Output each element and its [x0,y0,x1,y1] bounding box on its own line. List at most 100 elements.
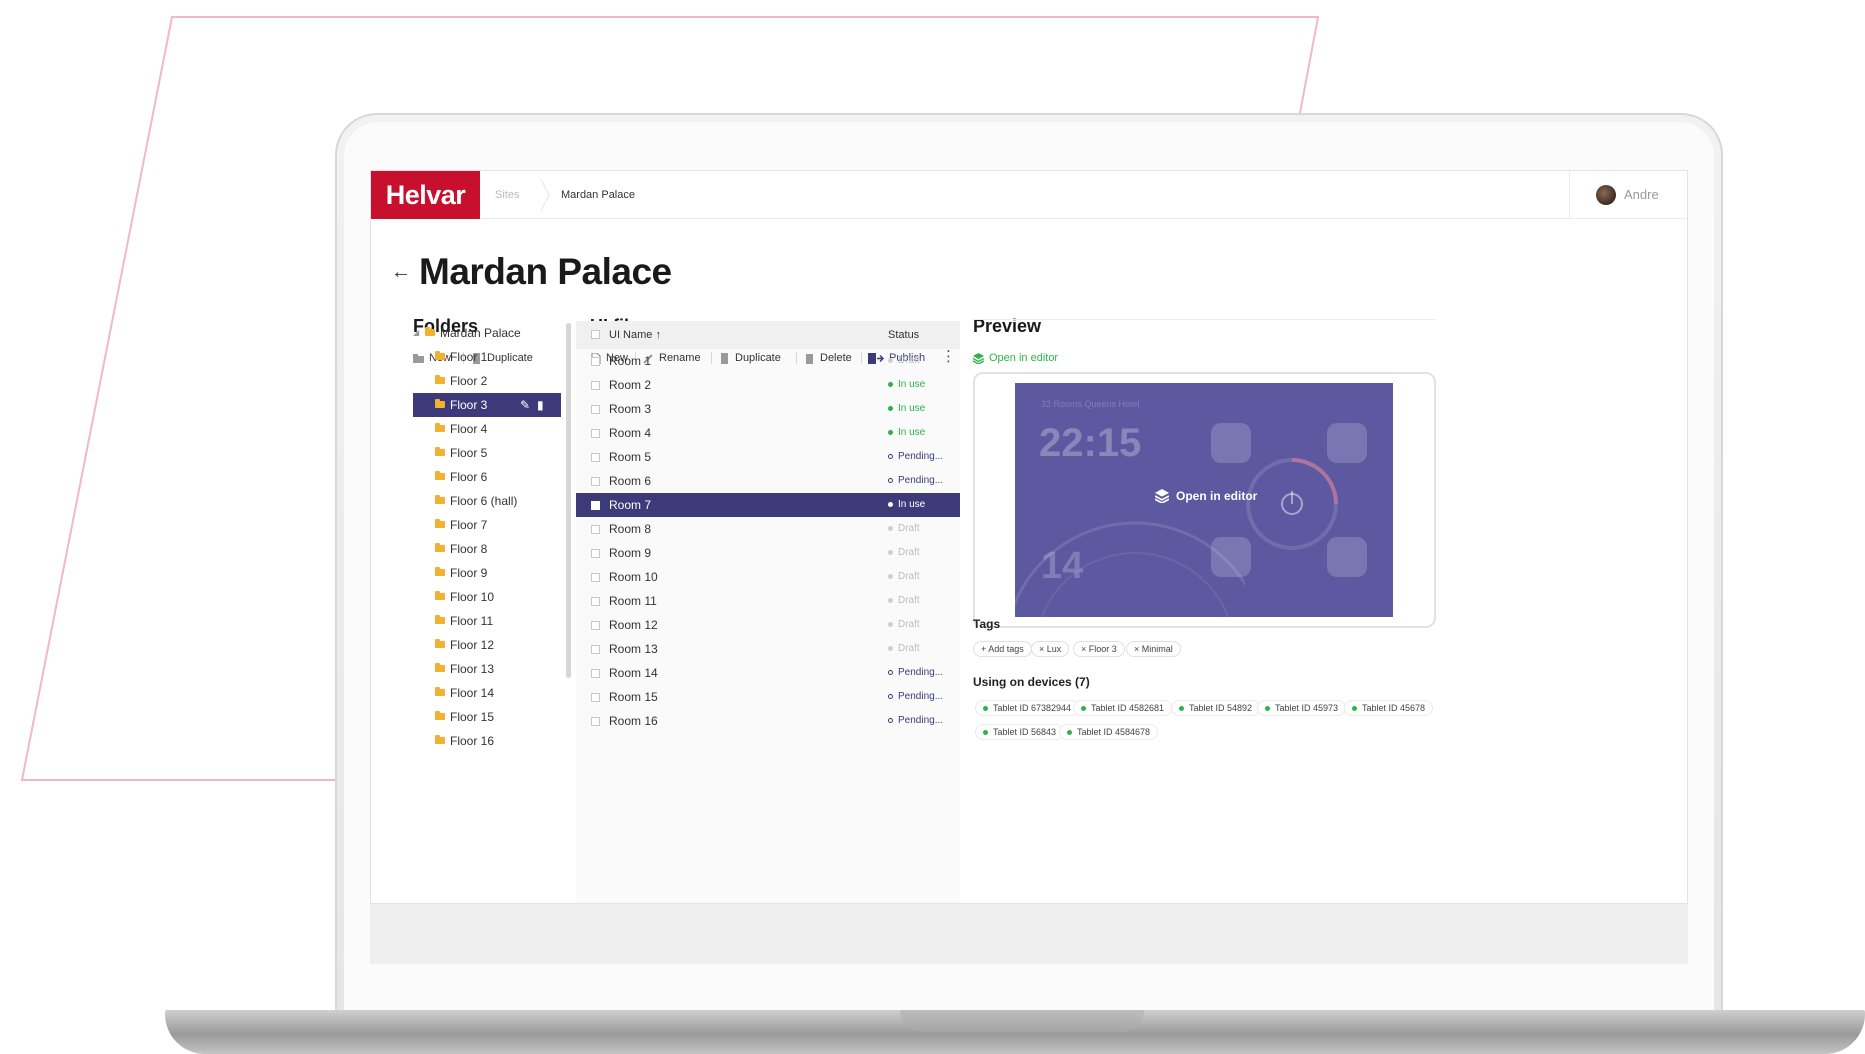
row-checkbox[interactable] [591,381,600,390]
device-label: Tablet ID 4582681 [1091,703,1165,713]
folder-icon [435,663,445,672]
row-checkbox[interactable] [591,621,600,630]
column-status[interactable]: Status [888,321,919,349]
folder-label: Floor 12 [450,638,495,652]
ferris-wheel-graphic [1015,521,1245,617]
status-badge: Draft [888,517,920,541]
row-checkbox[interactable] [591,357,600,366]
table-row[interactable]: Room 13 Draft [576,637,960,661]
tag-chip[interactable]: × Floor 3 [1073,641,1125,657]
folder-item[interactable]: Floor 9 [413,561,561,585]
user-menu[interactable]: Andre [1569,171,1687,219]
folder-icon [435,423,445,432]
status-text: Draft [898,619,920,630]
column-ui-name-label: UI Name [609,329,653,341]
row-checkbox[interactable] [591,405,600,414]
row-checkbox[interactable] [591,501,600,510]
device-chip[interactable]: Tablet ID 54892 [1171,700,1261,716]
folder-root[interactable]: ◢ Mardan Palace [413,321,561,345]
table-row[interactable]: Room 9 Draft [576,541,960,565]
row-checkbox[interactable] [591,429,600,438]
folder-label: Floor 3 [450,398,488,412]
device-chip[interactable]: Tablet ID 45973 [1257,700,1347,716]
row-checkbox[interactable] [591,597,600,606]
device-chip[interactable]: Tablet ID 56843 [975,724,1065,740]
preview-image[interactable]: 32 Rooms Queens Hotel 22:15 14 Open in e… [1015,383,1393,617]
row-name: Room 6 [609,474,652,488]
table-row[interactable]: Room 8 Draft [576,517,960,541]
edit-pencil-icon[interactable]: ✎ [520,398,530,412]
table-row[interactable]: Room 4 In use [576,421,960,445]
tag-chip[interactable]: × Lux [1031,641,1070,657]
folder-item[interactable]: Floor 3 ✎ ▮ [413,393,561,417]
breadcrumb-sites[interactable]: Sites [495,171,519,219]
expand-caret-icon[interactable]: ◢ [413,321,419,345]
table-row[interactable]: Room 10 Draft [576,565,960,589]
folder-item[interactable]: Floor 7 [413,513,561,537]
folder-item[interactable]: Floor 6 [413,465,561,489]
add-tag-button[interactable]: + Add tags [973,641,1032,657]
table-row[interactable]: Room 6 Pending... [576,469,960,493]
row-checkbox[interactable] [591,525,600,534]
row-checkbox[interactable] [591,573,600,582]
folder-item[interactable]: Floor 11 [413,609,561,633]
row-checkbox[interactable] [591,717,600,726]
column-ui-name[interactable]: UI Name ↑ [609,321,661,349]
folder-scrollbar[interactable] [566,323,571,678]
device-chip[interactable]: Tablet ID 4584678 [1059,724,1159,740]
stage: Helvar Sites Mardan Palace Andre ← Marda… [0,0,1865,1054]
row-checkbox[interactable] [591,693,600,702]
select-all-checkbox[interactable] [591,330,600,339]
table-row[interactable]: Room 11 Draft [576,589,960,613]
folder-label: Floor 7 [450,518,488,532]
folder-item[interactable]: Floor 16 [413,729,561,753]
table-row[interactable]: Room 15 Pending... [576,685,960,709]
table-row[interactable]: Room 5 Pending... [576,445,960,469]
breadcrumb-separator-icon [540,179,550,211]
table-row[interactable]: Room 12 Draft [576,613,960,637]
row-checkbox[interactable] [591,645,600,654]
trash-icon[interactable]: ▮ [537,398,544,412]
status-badge: Pending... [888,445,943,469]
table-row[interactable]: Room 2 In use [576,373,960,397]
folder-item[interactable]: Floor 6 (hall) [413,489,561,513]
device-chip[interactable]: Tablet ID 4582681 [1073,700,1173,716]
folder-item[interactable]: Floor 1 [413,345,561,369]
status-text: Draft [898,595,920,606]
folder-icon [435,711,445,720]
back-arrow-icon[interactable]: ← [391,261,411,284]
device-label: Tablet ID 56843 [993,727,1057,737]
folder-item[interactable]: Floor 10 [413,585,561,609]
status-text: Pending... [898,667,944,678]
folder-item[interactable]: Floor 5 [413,441,561,465]
row-checkbox[interactable] [591,549,600,558]
folder-item[interactable]: Floor 8 [413,537,561,561]
device-chip[interactable]: Tablet ID 45678 [1344,700,1434,716]
row-checkbox[interactable] [591,453,600,462]
folder-item[interactable]: Floor 14 [413,681,561,705]
device-chip[interactable]: Tablet ID 67382944 [975,700,1080,716]
top-bar: Helvar Sites Mardan Palace Andre [371,171,1687,219]
row-name: Room 12 [609,618,658,632]
table-row[interactable]: Room 16 Pending... [576,709,960,733]
preview-open-label: Open in editor [1176,489,1258,503]
open-in-editor-label: Open in editor [989,352,1059,364]
folder-item[interactable]: Floor 15 [413,705,561,729]
folder-item[interactable]: Floor 12 [413,633,561,657]
table-row[interactable]: Room 1 Draft [576,349,960,373]
folder-item[interactable]: Floor 13 [413,657,561,681]
status-badge: Draft [888,589,920,613]
table-row[interactable]: Room 7 In use [576,493,960,517]
table-row[interactable]: Room 14 Pending... [576,661,960,685]
tag-chip[interactable]: × Minimal [1126,641,1181,657]
row-checkbox[interactable] [591,669,600,678]
device-label: Tablet ID 67382944 [993,703,1072,713]
folder-item[interactable]: Floor 2 [413,369,561,393]
row-checkbox[interactable] [591,477,600,486]
status-badge: Draft [888,637,920,661]
table-row[interactable]: Room 3 In use [576,397,960,421]
open-in-editor-link[interactable]: Open in editor [973,352,1058,364]
preview-open-overlay[interactable]: Open in editor [1155,489,1257,503]
folder-item[interactable]: Floor 4 [413,417,561,441]
helvar-logo[interactable]: Helvar [371,171,480,219]
